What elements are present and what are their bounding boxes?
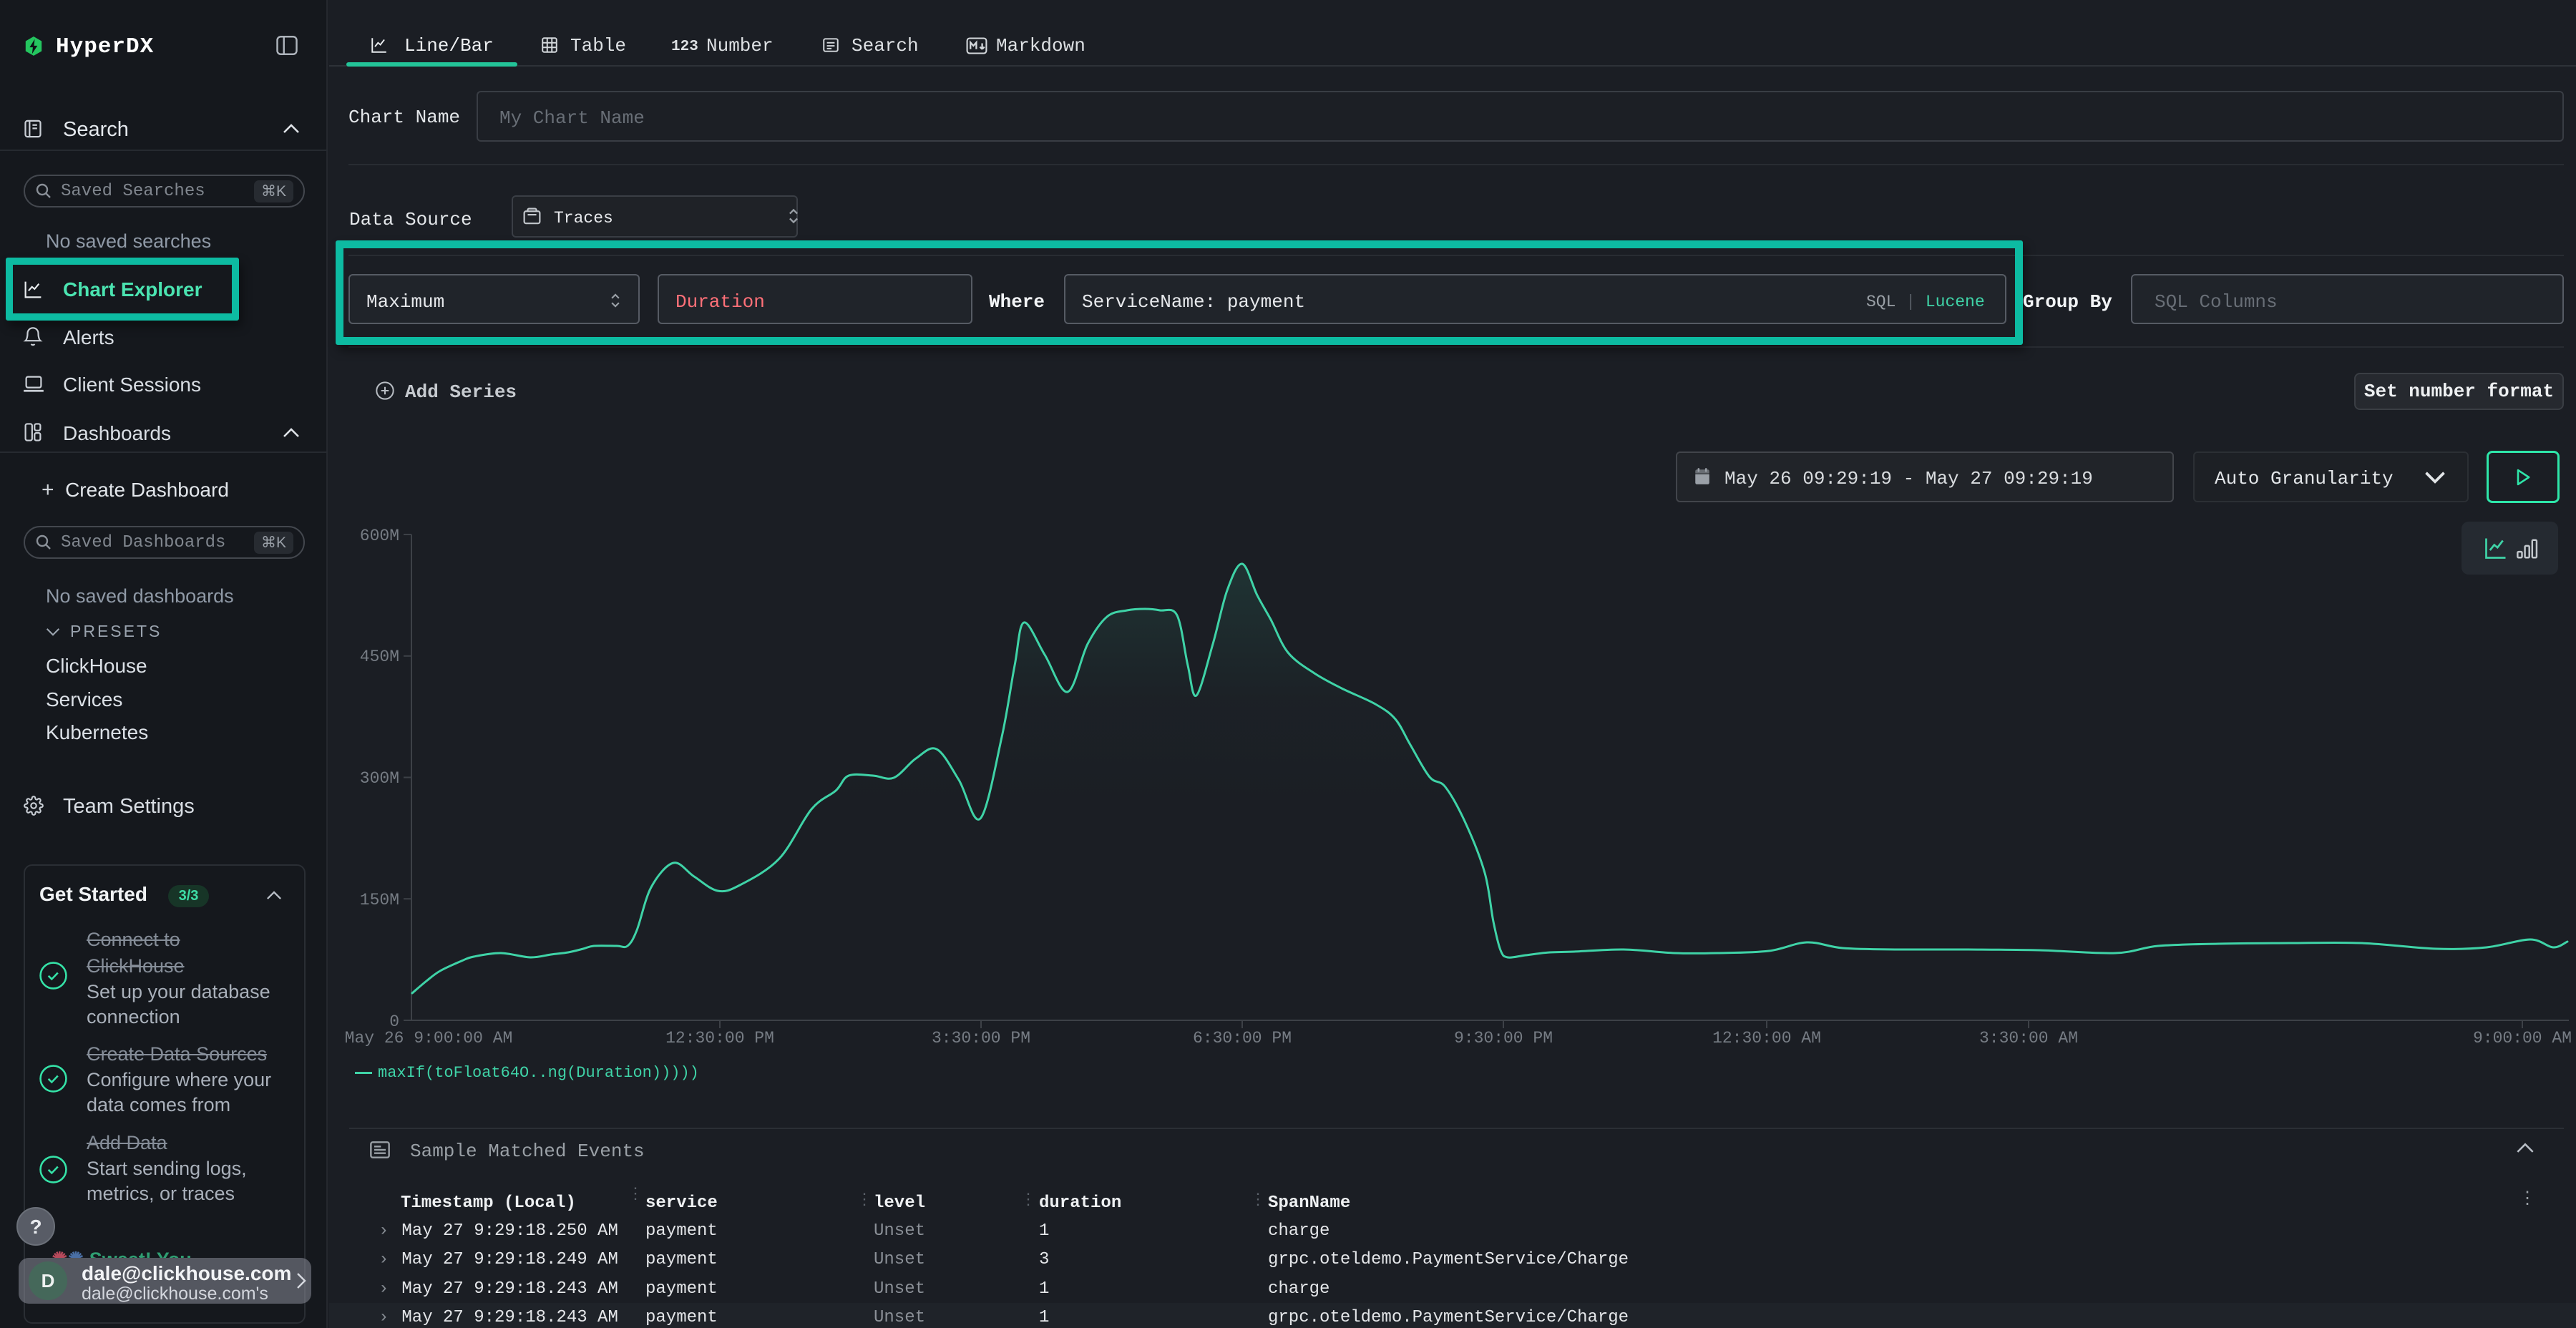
svg-text:6:30:00 PM: 6:30:00 PM <box>1193 1029 1292 1048</box>
svg-text:300M: 300M <box>360 769 399 788</box>
svg-text:9:30:00 PM: 9:30:00 PM <box>1454 1029 1553 1048</box>
svg-text:12:30:00 PM: 12:30:00 PM <box>665 1029 774 1048</box>
svg-text:3:30:00 AM: 3:30:00 AM <box>1979 1029 2078 1048</box>
svg-text:150M: 150M <box>360 891 399 909</box>
svg-text:600M: 600M <box>360 527 399 545</box>
svg-text:May 26 9:00:00 AM: May 26 9:00:00 AM <box>345 1029 513 1048</box>
svg-text:3:30:00 PM: 3:30:00 PM <box>932 1029 1030 1048</box>
svg-text:450M: 450M <box>360 648 399 666</box>
svg-text:12:30:00 AM: 12:30:00 AM <box>1712 1029 1821 1048</box>
svg-text:9:00:00 AM: 9:00:00 AM <box>2473 1029 2572 1048</box>
